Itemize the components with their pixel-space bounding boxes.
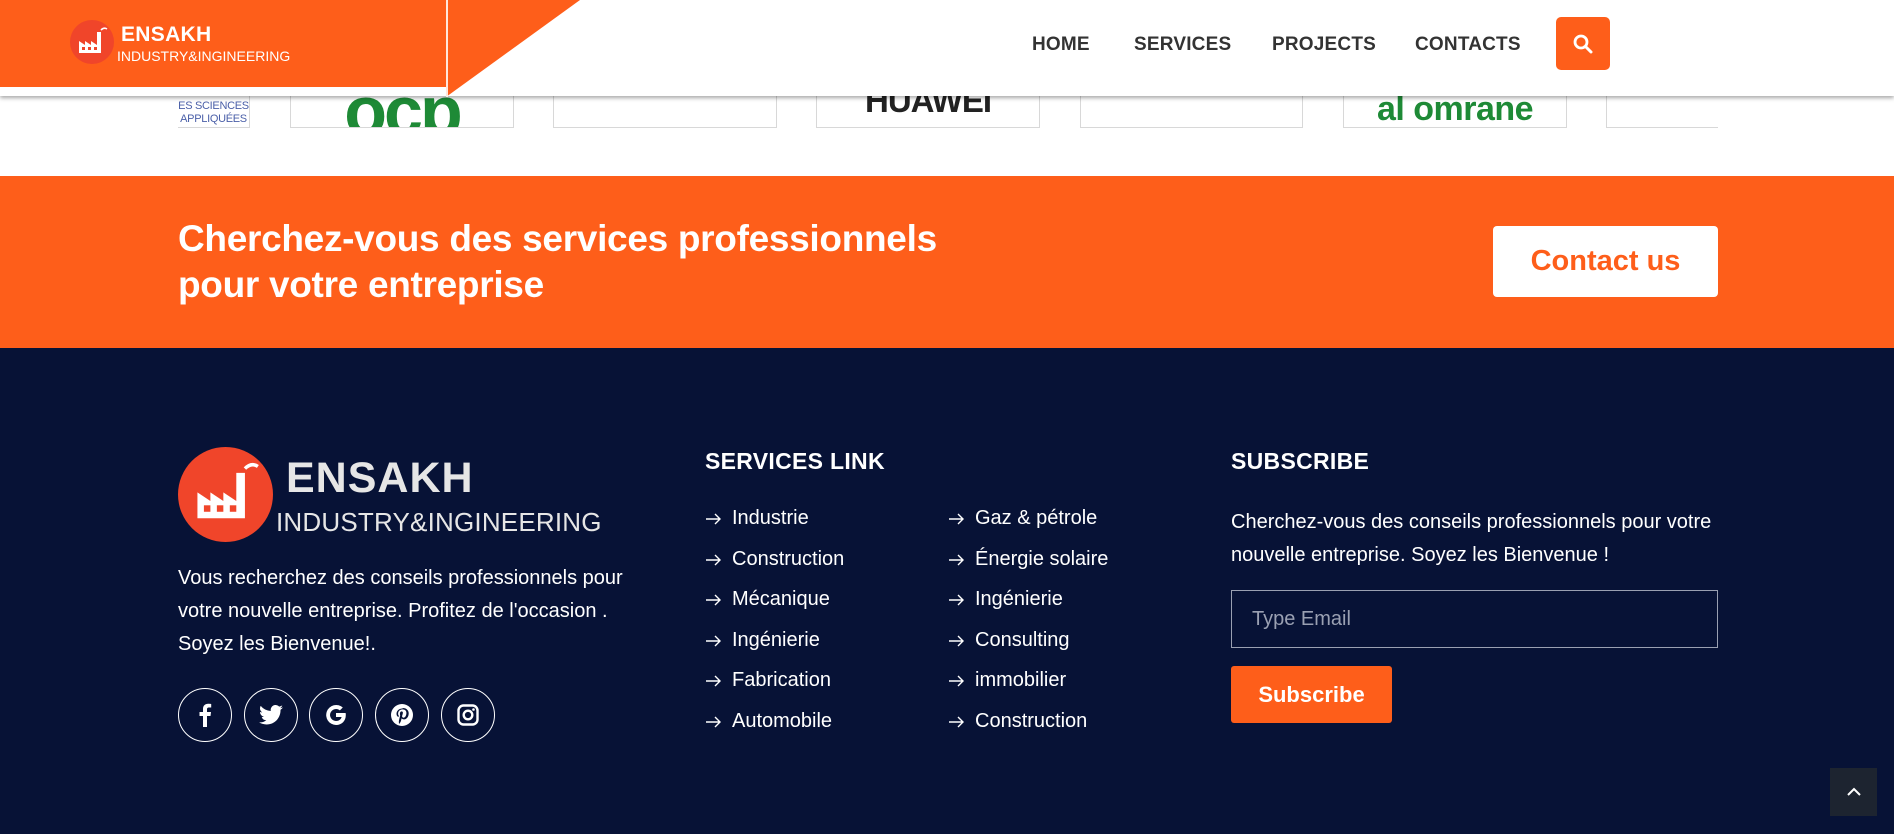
arrow-right-icon — [706, 513, 721, 525]
twitter-link[interactable] — [244, 688, 298, 742]
service-link[interactable]: Ingénierie — [948, 587, 1108, 628]
chevron-up-icon — [1846, 787, 1861, 796]
google-icon — [326, 705, 346, 725]
arrow-right-icon — [949, 675, 964, 687]
arrow-right-icon — [706, 554, 721, 565]
service-link[interactable]: immobilier — [948, 668, 1108, 709]
brand-subtitle: INDUSTRY&INGINEERING — [117, 48, 291, 64]
service-link[interactable]: Ingénierie — [705, 628, 844, 669]
arrow-right-icon — [706, 716, 721, 727]
service-link-label: Ingénierie — [732, 628, 820, 651]
search-icon — [1573, 34, 1593, 53]
back-to-top-button[interactable] — [1830, 768, 1877, 816]
service-link-label: Énergie solaire — [975, 547, 1109, 570]
factory-logo-icon — [178, 447, 273, 542]
subscribe-button[interactable]: Subscribe — [1231, 666, 1392, 723]
twitter-icon — [259, 705, 283, 725]
facebook-link[interactable] — [178, 688, 232, 742]
email-input[interactable] — [1231, 590, 1718, 648]
nav-projects[interactable]: PROJECTS — [1272, 34, 1376, 56]
arrow-right-icon — [949, 513, 964, 525]
google-link[interactable] — [309, 688, 363, 742]
service-link[interactable]: Industrie — [705, 506, 844, 547]
brand-bar[interactable]: ENSAKH INDUSTRY&INGINEERING — [0, 0, 446, 87]
nav-contacts[interactable]: CONTACTS — [1415, 34, 1521, 56]
services-list-col2: Gaz & pétrole Énergie solaire Ingénierie… — [948, 506, 1108, 749]
subscribe-title: SUBSCRIBE — [1231, 448, 1370, 474]
footer-brand-name: ENSAKH — [286, 454, 474, 502]
service-link[interactable]: Automobile — [705, 709, 844, 750]
pinterest-link[interactable] — [375, 688, 429, 742]
footer-description: Vous recherchez des conseils professionn… — [178, 567, 623, 655]
site-header: ENSAKH INDUSTRY&INGINEERING HOME SERVICE… — [0, 0, 1894, 97]
service-link-label: Consulting — [975, 628, 1070, 651]
service-link-label: immobilier — [975, 669, 1067, 691]
pinterest-icon — [391, 704, 413, 726]
service-link-label: Gaz & pétrole — [975, 507, 1098, 529]
service-link-label: Automobile — [732, 709, 833, 732]
service-link-label: Mécanique — [732, 588, 830, 610]
brand-corner-decoration — [446, 0, 580, 97]
instagram-link[interactable] — [441, 688, 495, 742]
services-list-col1: Industrie Construction Mécanique Ingénie… — [705, 506, 844, 749]
brand-divider — [446, 0, 448, 97]
service-link[interactable]: Énergie solaire — [948, 547, 1108, 588]
service-link[interactable]: Gaz & pétrole — [948, 506, 1108, 547]
service-link[interactable]: Consulting — [948, 628, 1108, 669]
site-footer: ENSAKH INDUSTRY&INGINEERING Vous recherc… — [0, 348, 1894, 834]
arrow-right-icon — [949, 716, 964, 727]
arrow-right-icon — [949, 594, 964, 606]
facebook-icon — [199, 703, 212, 727]
arrow-right-icon — [706, 635, 721, 646]
nav-home[interactable]: HOME — [1032, 34, 1090, 56]
arrow-right-icon — [706, 675, 721, 687]
instagram-icon — [457, 704, 479, 726]
contact-us-button[interactable]: Contact us — [1493, 226, 1718, 297]
service-link[interactable]: Mécanique — [705, 587, 844, 628]
cta-banner: Cherchez-vous des services professionnel… — [0, 176, 1894, 348]
factory-logo-icon — [70, 20, 114, 64]
service-link-label: Fabrication — [732, 669, 831, 691]
arrow-right-icon — [949, 635, 964, 646]
service-link-label: Industrie — [732, 507, 809, 529]
footer-brand-subtitle: INDUSTRY&INGINEERING — [276, 507, 602, 537]
arrow-right-icon — [949, 554, 964, 565]
cta-title: Cherchez-vous des services professionnel… — [178, 218, 937, 305]
service-link-label: Construction — [732, 547, 845, 570]
arrow-right-icon — [706, 594, 721, 606]
service-link-label: Ingénierie — [975, 588, 1063, 610]
service-link[interactable]: Construction — [705, 547, 844, 588]
search-button[interactable] — [1556, 17, 1610, 70]
service-link[interactable]: Construction — [948, 709, 1108, 750]
service-link[interactable]: Fabrication — [705, 668, 844, 709]
brand-name: ENSAKH — [121, 23, 212, 46]
services-link-title: SERVICES LINK — [705, 448, 885, 474]
service-link-label: Construction — [975, 709, 1088, 732]
subscribe-description: Cherchez-vous des conseils professionnel… — [1231, 511, 1712, 566]
partner-logo-text: ES SCIENCES APPLIQUÉES — [178, 100, 249, 125]
nav-services[interactable]: SERVICES — [1134, 34, 1231, 56]
partner-logo-text: al omrane — [1376, 90, 1534, 128]
